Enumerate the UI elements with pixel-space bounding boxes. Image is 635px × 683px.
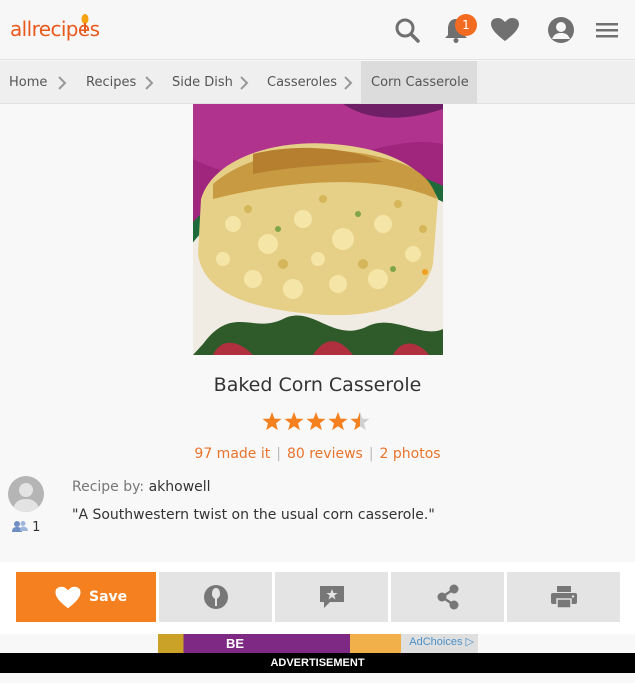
author-name[interactable]: akhowell (149, 479, 211, 495)
breadcrumb: Home Recipes Side Dish Casseroles Corn C… (0, 61, 635, 104)
made-it-button[interactable] (159, 572, 272, 622)
save-label: Save (89, 589, 128, 605)
chevron-right-icon (240, 76, 249, 90)
star-icon (328, 412, 348, 431)
corn-casserole-image (193, 104, 443, 355)
action-bar: Save (0, 562, 635, 634)
site-header: allrecipes 1 (0, 0, 635, 60)
breadcrumb-recipes[interactable]: Recipes (86, 61, 136, 104)
ad-banner-text: BE (226, 636, 245, 651)
share-icon (437, 584, 458, 610)
bottom-strip (0, 673, 635, 683)
star-icon (284, 412, 304, 431)
stats-divider: | (368, 446, 374, 462)
spoon-logo-icon (81, 14, 89, 33)
heart-icon (55, 586, 81, 609)
chevron-right-icon (145, 76, 154, 90)
heart-icon[interactable] (490, 16, 520, 44)
author-avatar[interactable] (8, 476, 44, 512)
star-icon (262, 412, 282, 431)
review-button[interactable] (275, 572, 388, 622)
ad-choices-label: AdChoices (409, 636, 463, 648)
byline-label: Recipe by: (72, 479, 145, 495)
menu-icon[interactable] (595, 16, 619, 44)
star-icon (350, 412, 370, 431)
recipe-byline: Recipe by: akhowell (72, 479, 211, 495)
print-icon (550, 586, 577, 609)
chevron-right-icon (344, 76, 353, 90)
chevron-right-icon (58, 76, 67, 90)
star-icon (306, 412, 326, 431)
advertisement-label: ADVERTISEMENT (0, 653, 635, 673)
made-it-count[interactable]: 97 made it (194, 446, 270, 462)
save-button[interactable]: Save (16, 572, 156, 622)
ad-choices-link[interactable]: AdChoices ▷ (409, 635, 474, 648)
followers-count[interactable]: 1 (12, 520, 40, 535)
recipe-title: Baked Corn Casserole (213, 374, 422, 396)
print-button[interactable] (507, 572, 620, 622)
breadcrumb-casseroles[interactable]: Casseroles (267, 61, 337, 104)
share-button[interactable] (391, 572, 504, 622)
photos-link[interactable]: 2 photos (380, 446, 441, 462)
ad-banner[interactable]: BE AdChoices ▷ (158, 634, 478, 654)
reviews-link[interactable]: 80 reviews (287, 446, 363, 462)
breadcrumb-corn-casserole[interactable]: Corn Casserole (361, 61, 477, 104)
star-rating[interactable] (261, 411, 371, 433)
recipe-description: "A Southwestern twist on the usual corn … (72, 507, 435, 523)
user-icon[interactable] (547, 16, 575, 44)
search-icon[interactable] (393, 16, 421, 44)
stats-divider: | (276, 446, 281, 462)
breadcrumb-home[interactable]: Home (9, 61, 47, 104)
recipe-stats: 97 made it | 80 reviews | 2 photos (0, 446, 635, 462)
recipe-photo[interactable] (193, 104, 443, 355)
review-icon (319, 586, 344, 608)
default-avatar-icon (12, 483, 40, 512)
notification-badge: 1 (455, 14, 477, 36)
breadcrumb-side-dish[interactable]: Side Dish (172, 61, 233, 104)
followers-icon (12, 521, 28, 532)
ad-choices-icon: ▷ (465, 636, 474, 648)
made-it-icon (203, 585, 228, 609)
followers-number: 1 (32, 520, 41, 535)
